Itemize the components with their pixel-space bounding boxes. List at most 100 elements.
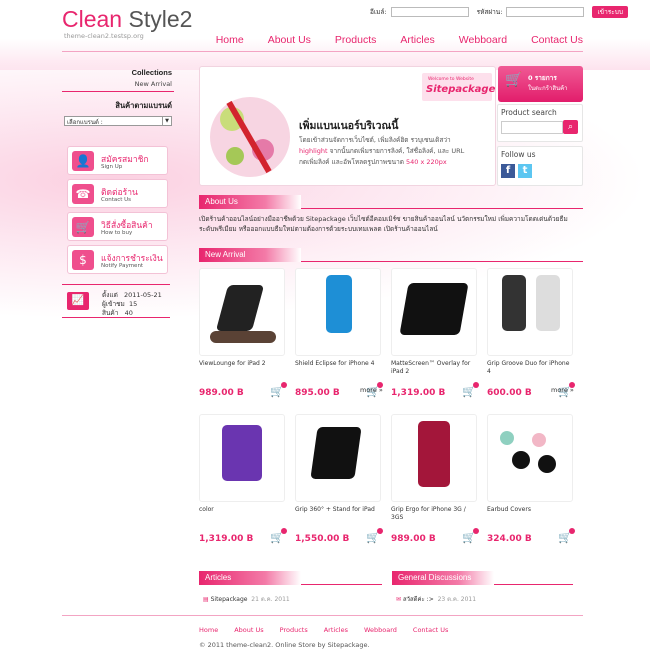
footer-divider (62, 615, 583, 616)
search-input[interactable] (501, 121, 563, 134)
password-label: รหัสผ่าน: (476, 8, 503, 16)
product-price: 324.00 B (487, 534, 532, 544)
sitepackage-badge: Welcome to Website Sitepackage (422, 73, 495, 101)
discussion-item[interactable]: ✉ สวัสดีค่ะ :> 23 ต.ค. 2011 (396, 594, 476, 604)
discussions-title: General Discussions (392, 571, 494, 585)
footer-nav-home[interactable]: Home (199, 626, 218, 634)
product-price: 1,319.00 B (391, 388, 446, 398)
product-image[interactable] (391, 414, 477, 502)
search-title: Product search (501, 108, 557, 117)
product-photo (215, 285, 265, 331)
plus-badge (281, 528, 287, 534)
product-card[interactable]: Grip 360° + Stand for iPad 1,550.00 B 🛒 (295, 414, 383, 544)
product-photo (532, 433, 546, 447)
add-to-cart-icon[interactable]: 🛒 (366, 528, 383, 544)
twitter-icon[interactable]: t (518, 164, 532, 178)
sidebar: Collections New Arrival สินค้าตามแบรนด์ … (62, 66, 174, 318)
banner-title: เพิ่มแบนเนอร์บริเวณนี้ (299, 120, 399, 132)
cart-widget[interactable]: 🛒 0 รายการ ในตะกร้าสินค้า (498, 66, 583, 102)
notify-payment-button[interactable]: $ แจ้งการชำระเงิน Notify Payment (67, 245, 168, 274)
nav-home[interactable]: Home (216, 34, 244, 46)
product-card[interactable]: Grip Groove Duo for iPhone 4 600.00 B 🛒 (487, 268, 575, 398)
product-image[interactable] (487, 268, 573, 356)
brand-select[interactable]: เลือกแบรนด์ : ▼ (64, 116, 172, 126)
add-to-cart-icon[interactable]: 🛒 (462, 528, 479, 544)
product-card[interactable]: color 1,319.00 B 🛒 (199, 414, 287, 544)
banner-line-3: กดเพิ่มลิงค์ และอัพโหลดรูปภาพขนาด 540 x … (299, 158, 447, 166)
password-field[interactable] (506, 7, 585, 17)
footer-nav-about[interactable]: About Us (234, 626, 263, 634)
add-to-cart-icon[interactable]: 🛒 (270, 382, 287, 398)
footer-nav-articles[interactable]: Articles (324, 626, 348, 634)
nav-about[interactable]: About Us (268, 34, 311, 46)
collections-heading: Collections (131, 68, 172, 77)
signup-button[interactable]: 👤 สมัครสมาชิก Sign Up (67, 146, 168, 175)
product-price: 600.00 B (487, 388, 532, 398)
product-card[interactable]: ViewLounge for iPad 2 989.00 B 🛒 (199, 268, 287, 398)
product-name[interactable]: ViewLounge for iPad 2 (199, 360, 285, 378)
copyright: © 2011 theme-clean2. Online Store by Sit… (199, 641, 370, 649)
product-name[interactable]: color (199, 506, 285, 524)
footer-nav-products[interactable]: Products (280, 626, 308, 634)
howtobuy-button[interactable]: 🛒 วิธีสั่งซื้อสินค้า How to buy (67, 212, 168, 241)
product-name[interactable]: Grip Ergo for iPhone 3G / 3GS (391, 506, 477, 524)
product-photo (222, 425, 262, 481)
footer-nav-webboard[interactable]: Webboard (364, 626, 397, 634)
phone-icon: ☎ (72, 184, 94, 204)
cart-icon: 🛒 (72, 217, 94, 237)
product-photo (512, 451, 530, 469)
user-icon: 👤 (72, 151, 94, 171)
collection-new-arrival[interactable]: New Arrival (62, 79, 174, 92)
product-photo (310, 427, 362, 479)
product-name[interactable]: Earbud Covers (487, 506, 573, 524)
product-image[interactable] (295, 268, 381, 356)
add-to-cart-icon[interactable]: 🛒 (462, 382, 479, 398)
promo-banner[interactable]: เพิ่มแบนเนอร์บริเวณนี้ โดยเข้าส่วนจัดการ… (199, 66, 496, 186)
nav-articles[interactable]: Articles (400, 34, 434, 46)
nav-webboard[interactable]: Webboard (459, 34, 507, 46)
plus-badge (473, 528, 479, 534)
search-icon[interactable]: ⌕ (563, 120, 578, 134)
plus-badge (569, 528, 575, 534)
add-to-cart-icon[interactable]: 🛒 (270, 528, 287, 544)
contact-button[interactable]: ☎ ติดต่อร้าน Contact Us (67, 179, 168, 208)
product-image[interactable] (391, 268, 477, 356)
product-price: 989.00 B (199, 388, 244, 398)
product-name[interactable]: Grip Groove Duo for iPhone 4 (487, 360, 573, 378)
discussions-heading: General Discussions (392, 571, 573, 585)
product-image[interactable] (199, 414, 285, 502)
banner-line-2: highlight จากนั้นกดเพิ่มรายการลิงค์, ใส่… (299, 147, 465, 155)
product-card[interactable]: Earbud Covers 324.00 B 🛒 (487, 414, 575, 544)
articles-heading: Articles (199, 571, 382, 585)
login-button[interactable]: เข้าระบบ (592, 6, 628, 18)
product-photo (536, 275, 560, 331)
product-image[interactable] (487, 414, 573, 502)
product-image[interactable] (199, 268, 285, 356)
product-photo (399, 283, 469, 335)
product-photo (502, 275, 526, 331)
product-image[interactable] (295, 414, 381, 502)
product-name[interactable]: Grip 360° + Stand for iPad (295, 506, 381, 524)
main-nav: Home About Us Products Articles Webboard… (192, 34, 583, 46)
email-field[interactable] (390, 7, 469, 17)
add-to-cart-icon[interactable]: 🛒 (558, 528, 575, 544)
product-card[interactable]: Shield Eclipse for iPhone 4 895.00 B 🛒 (295, 268, 383, 398)
more-link[interactable]: more » (551, 386, 574, 394)
footer-nav-contact[interactable]: Contact Us (413, 626, 449, 634)
product-photo (500, 431, 514, 445)
product-name[interactable]: MatteScreen™ Overlay for iPad 2 (391, 360, 477, 378)
plus-badge (377, 528, 383, 534)
product-name[interactable]: Shield Eclipse for iPhone 4 (295, 360, 381, 378)
footer-nav: Home About Us Products Articles Webboard… (199, 626, 464, 634)
article-item[interactable]: ▤ Sitepackage 21 ต.ค. 2011 (203, 594, 290, 604)
chart-icon: 📈 (67, 292, 89, 310)
site-logo[interactable]: Clean Style2 (62, 6, 192, 33)
product-card[interactable]: Grip Ergo for iPhone 3G / 3GS 989.00 B 🛒 (391, 414, 479, 544)
product-card[interactable]: MatteScreen™ Overlay for iPad 2 1,319.00… (391, 268, 479, 398)
product-photo (538, 455, 556, 473)
nav-products[interactable]: Products (335, 34, 376, 46)
facebook-icon[interactable]: f (501, 164, 515, 178)
nav-contact[interactable]: Contact Us (531, 34, 583, 46)
more-link[interactable]: more » (360, 386, 383, 394)
signup-sublabel: Sign Up (101, 164, 123, 170)
